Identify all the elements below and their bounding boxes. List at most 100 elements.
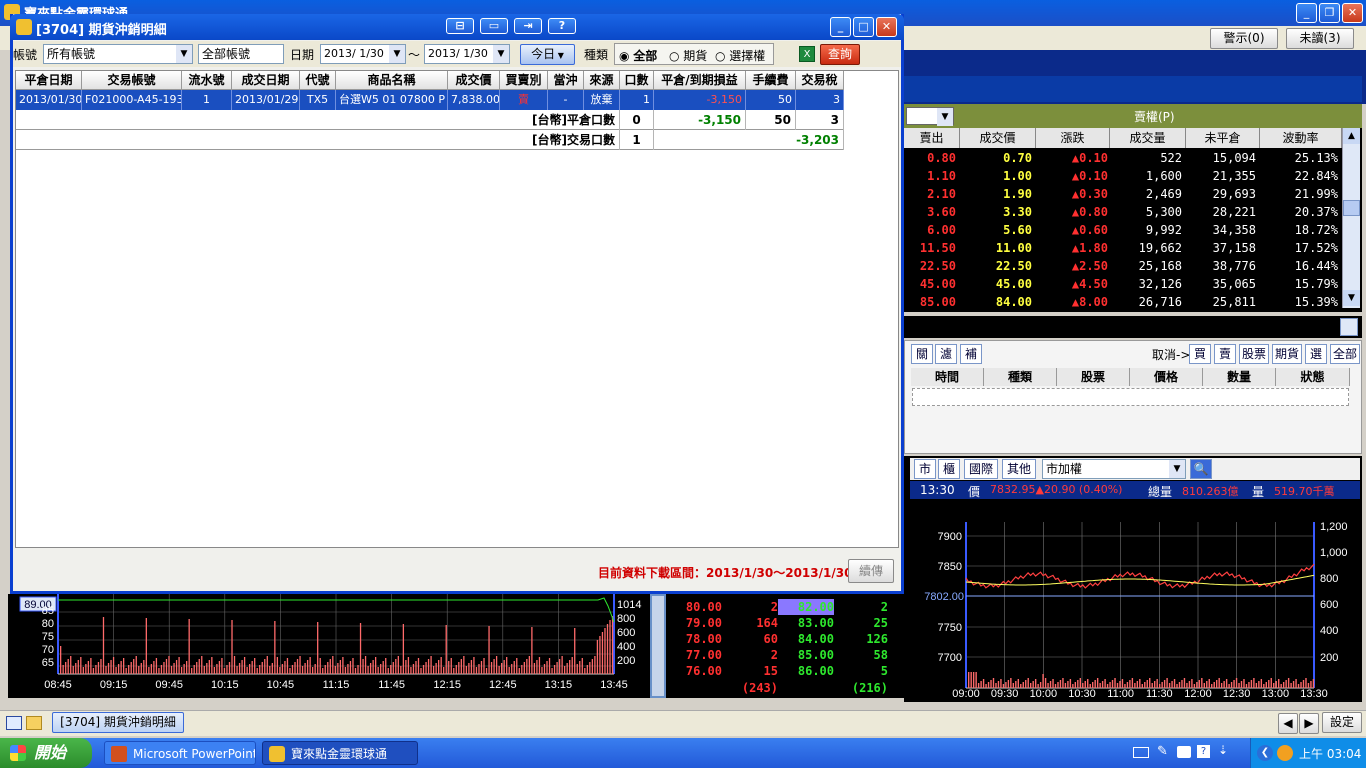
options-scrollbar[interactable]: ▲ ▼: [1342, 128, 1360, 308]
option-row[interactable]: 3.60 3.30 ▲0.80 5,300 28,221 20.37%: [904, 203, 1342, 221]
settings-button[interactable]: 設定: [1322, 712, 1362, 733]
orderbook-row[interactable]: 80.00 2 82.00 2: [666, 599, 904, 615]
grid-col-header[interactable]: 商品名稱: [336, 71, 448, 90]
keyboard-icon[interactable]: [1133, 747, 1149, 758]
tab-otc[interactable]: 櫃: [938, 459, 960, 479]
grid-col-header[interactable]: 買賣別: [500, 71, 548, 90]
tab-other[interactable]: 其他: [1002, 459, 1036, 479]
volume-bar: [1178, 682, 1181, 688]
scroll-down-icon[interactable]: ▼: [1343, 290, 1360, 306]
ime-help-icon[interactable]: ?: [1197, 745, 1210, 758]
dialog-close-icon[interactable]: ✕: [876, 17, 897, 37]
cancel-sell-button[interactable]: 賣: [1214, 344, 1236, 364]
tray-expand-icon[interactable]: ❮: [1257, 745, 1273, 761]
orderbook-row[interactable]: 76.00 15 86.00 5: [666, 663, 904, 679]
link-icon[interactable]: ⇥: [514, 18, 542, 34]
option-row[interactable]: 11.50 11.00 ▲1.80 19,662 37,158 17.52%: [904, 239, 1342, 257]
window-tab-3704[interactable]: [3704] 期貨沖銷明細: [52, 712, 184, 733]
market-select[interactable]: 市加權 ▼: [1042, 459, 1186, 479]
minimize-icon[interactable]: _: [1296, 3, 1317, 23]
volume-bar: [296, 659, 299, 674]
language-icon[interactable]: [1177, 746, 1191, 758]
option-row[interactable]: 45.00 45.00 ▲4.50 32,126 35,065 15.79%: [904, 275, 1342, 293]
grid-col-header[interactable]: 手續費: [746, 71, 796, 90]
grid-col-header[interactable]: 代號: [300, 71, 336, 90]
volume-bar: [317, 622, 319, 674]
continue-button[interactable]: 續傳: [848, 559, 894, 583]
option-row[interactable]: 85.00 84.00 ▲8.00 26,716 25,811 15.39%: [904, 293, 1342, 311]
taskbar-trading-app[interactable]: 寶來點金靈環球通: [262, 741, 418, 765]
subaccount-field[interactable]: 全部帳號: [198, 44, 284, 64]
option-row[interactable]: 1.10 1.00 ▲0.10 1,600 21,355 22.84%: [904, 167, 1342, 185]
tab-listed[interactable]: 市: [914, 459, 936, 479]
window-list-icon[interactable]: [6, 716, 22, 730]
zoom-icon[interactable]: 🔍: [1190, 459, 1212, 479]
grid-col-header[interactable]: 成交價: [448, 71, 500, 90]
chevron-down-icon[interactable]: ▼: [389, 45, 405, 63]
grid-col-header[interactable]: 口數: [620, 71, 654, 90]
cancel-all-button[interactable]: 全部: [1330, 344, 1360, 364]
orderbook-row[interactable]: 78.00 60 84.00 126: [666, 631, 904, 647]
excel-export-icon[interactable]: X: [799, 46, 815, 62]
expiry-select[interactable]: ▼: [906, 107, 954, 126]
folder-icon[interactable]: [26, 716, 42, 730]
grid-col-header[interactable]: 平倉/到期損益: [654, 71, 746, 90]
ime-options-icon[interactable]: ⇣: [1218, 743, 1228, 757]
chevron-down-icon[interactable]: ▼: [493, 45, 509, 63]
radio-all[interactable]: ◉ 全部: [619, 47, 657, 64]
option-row[interactable]: 0.80 0.70 ▲0.10 522 15,094 25.13%: [904, 149, 1342, 167]
unread-button[interactable]: 未讀(3): [1286, 28, 1354, 49]
window-icon[interactable]: ▭: [480, 18, 508, 34]
today-button[interactable]: 今日 ▼: [520, 44, 575, 65]
help-icon[interactable]: ?: [548, 18, 576, 34]
grid-col-header[interactable]: 平倉日期: [16, 71, 82, 90]
grid-col-header[interactable]: 當沖: [548, 71, 584, 90]
cancel-futures-button[interactable]: 期貨: [1272, 344, 1302, 364]
date-from-field[interactable]: 2013/ 1/30 ▼: [320, 44, 406, 64]
account-select[interactable]: 所有帳號 ▼: [43, 44, 193, 64]
volume-bar: [606, 624, 609, 674]
table-row[interactable]: 2013/01/30F021000-A45-193991512013/01/29…: [16, 90, 844, 110]
pen-icon[interactable]: ✎: [1157, 744, 1168, 759]
grid-col-header[interactable]: 交易帳號: [82, 71, 182, 90]
scroll-right-icon[interactable]: ▶: [1299, 713, 1319, 734]
layout-icon[interactable]: ⊟: [446, 18, 474, 34]
cancel-buy-button[interactable]: 買: [1189, 344, 1211, 364]
cancel-options-button[interactable]: 選: [1305, 344, 1327, 364]
date-to-field[interactable]: 2013/ 1/30 ▼: [424, 44, 510, 64]
close-icon[interactable]: ✕: [1342, 3, 1363, 23]
option-row[interactable]: 2.10 1.90 ▲0.30 2,469 29,693 21.99%: [904, 185, 1342, 203]
dialog-maximize-icon[interactable]: □: [853, 17, 874, 37]
scroll-thumb[interactable]: [1343, 200, 1360, 216]
orders-filter-button[interactable]: 濾: [935, 344, 957, 364]
restore-icon[interactable]: ❐: [1319, 3, 1340, 23]
grid-col-header[interactable]: 流水號: [182, 71, 232, 90]
orders-minimize-icon[interactable]: [1340, 318, 1358, 336]
network-icon[interactable]: [1277, 745, 1293, 761]
chevron-down-icon[interactable]: ▼: [1169, 460, 1185, 478]
start-button[interactable]: 開始: [0, 738, 92, 768]
scroll-left-icon[interactable]: ◀: [1278, 713, 1298, 734]
option-cell: 11.50: [919, 241, 956, 255]
scroll-up-icon[interactable]: ▲: [1343, 128, 1360, 144]
orders-refill-button[interactable]: 補: [960, 344, 982, 364]
grid-col-header[interactable]: 交易稅: [796, 71, 844, 90]
orders-close-button[interactable]: 關: [911, 344, 933, 364]
radio-options[interactable]: ○ 選擇權: [715, 47, 765, 64]
orderbook-row[interactable]: 77.00 2 85.00 58: [666, 647, 904, 663]
alerts-button[interactable]: 警示(0): [1210, 28, 1278, 49]
cancel-stock-button[interactable]: 股票: [1239, 344, 1269, 364]
volume-bar: [128, 665, 130, 674]
radio-futures[interactable]: ○ 期貨: [669, 47, 707, 64]
option-row[interactable]: 22.50 22.50 ▲2.50 25,168 38,776 16.44%: [904, 257, 1342, 275]
grid-col-header[interactable]: 來源: [584, 71, 620, 90]
grid-col-header[interactable]: 成交日期: [232, 71, 300, 90]
dialog-minimize-icon[interactable]: _: [830, 17, 851, 37]
query-button[interactable]: 查詢: [820, 44, 860, 65]
tab-international[interactable]: 國際: [964, 459, 998, 479]
chevron-down-icon[interactable]: ▼: [176, 45, 192, 63]
splitter[interactable]: [650, 594, 666, 698]
option-row[interactable]: 6.00 5.60 ▲0.60 9,992 34,358 18.72%: [904, 221, 1342, 239]
taskbar-powerpoint[interactable]: Microsoft PowerPoint ...: [104, 741, 256, 765]
orderbook-row[interactable]: 79.00 164 83.00 25: [666, 615, 904, 631]
